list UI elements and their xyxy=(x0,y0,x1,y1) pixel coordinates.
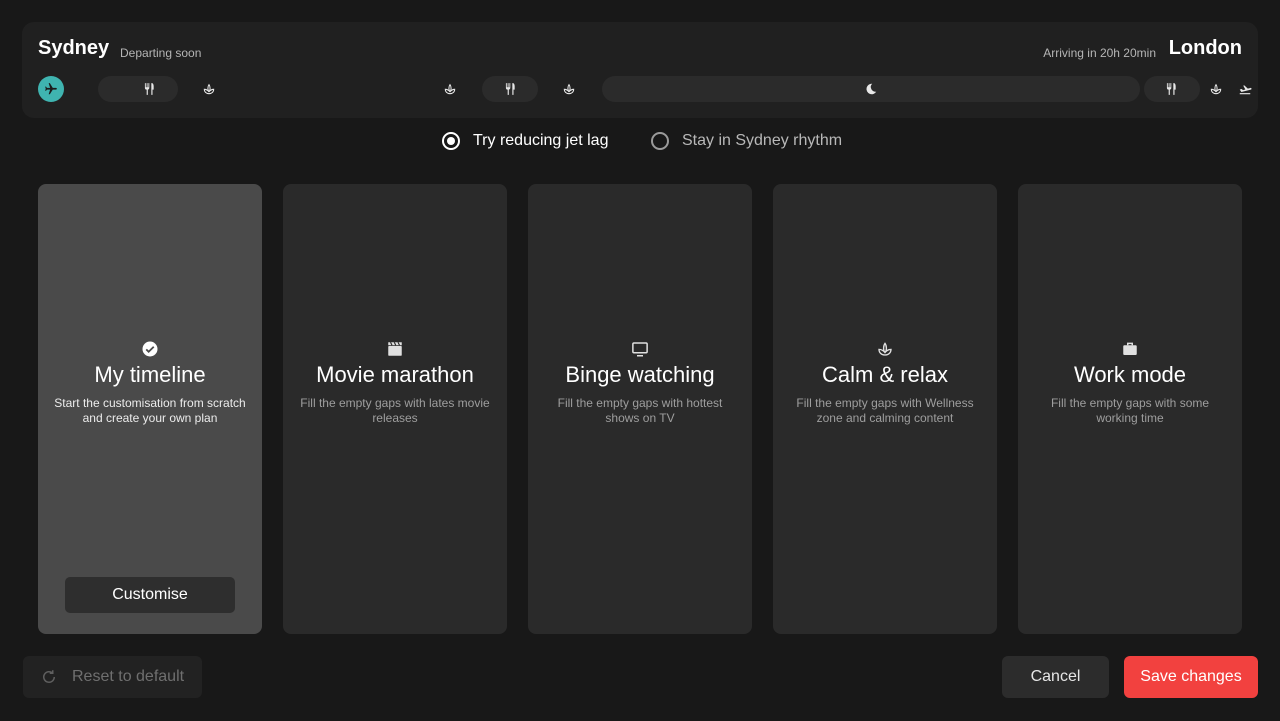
flight-timeline-panel: Sydney Departing soon Arriving in 20h 20… xyxy=(22,22,1258,118)
card-title: Work mode xyxy=(1073,362,1187,387)
card-title: Calm & relax xyxy=(822,362,948,387)
reset-to-default-button[interactable]: Reset to default xyxy=(23,656,202,698)
meal-icon xyxy=(136,76,162,102)
rhythm-option-label: Try reducing jet lag xyxy=(473,132,609,149)
plan-card-movie-marathon[interactable]: Movie marathon Fill the empty gaps with … xyxy=(283,184,507,634)
rhythm-option-label: Stay in Sydney rhythm xyxy=(682,132,843,149)
plan-card-binge-watching[interactable]: Binge watching Fill the empty gaps with … xyxy=(528,184,752,634)
card-title: My timeline xyxy=(94,362,206,387)
wellness-icon xyxy=(556,76,582,102)
wellness-icon xyxy=(437,76,463,102)
destination-city: London xyxy=(1168,37,1242,59)
plan-card-calm-relax[interactable]: Calm & relax Fill the empty gaps with We… xyxy=(773,184,997,634)
rhythm-option-reduce-jet-lag[interactable]: Try reducing jet lag xyxy=(442,130,608,152)
save-changes-button[interactable]: Save changes xyxy=(1124,656,1258,698)
flight-timeline-bar xyxy=(38,76,1252,102)
plane-icon xyxy=(38,76,64,102)
wellness-icon xyxy=(1203,76,1229,102)
card-description: Fill the empty gaps with Wellness zone a… xyxy=(796,396,974,425)
clapperboard-icon xyxy=(283,339,507,359)
customise-button[interactable]: Customise xyxy=(65,577,235,613)
origin-city: Sydney xyxy=(38,37,110,59)
reset-label: Reset to default xyxy=(72,668,185,685)
card-description: Fill the empty gaps with hottest shows o… xyxy=(557,396,723,425)
tv-icon xyxy=(528,339,752,359)
meal-icon xyxy=(497,76,523,102)
card-title: Movie marathon xyxy=(316,362,474,387)
card-description: Fill the empty gaps with lates movie rel… xyxy=(300,396,490,425)
wellness-icon xyxy=(196,76,222,102)
meal-icon xyxy=(1158,76,1184,102)
plan-card-work-mode[interactable]: Work mode Fill the empty gaps with some … xyxy=(1018,184,1242,634)
radio-unselected[interactable] xyxy=(651,132,669,150)
arrival-time: Arriving in 20h 20min xyxy=(1043,46,1156,60)
radio-selected[interactable] xyxy=(442,132,460,150)
lotus-icon xyxy=(773,339,997,359)
briefcase-icon xyxy=(1018,339,1242,359)
moon-icon xyxy=(858,76,884,102)
check-circle-icon xyxy=(38,339,262,359)
departure-status: Departing soon xyxy=(120,46,202,60)
plan-card-my-timeline[interactable]: My timeline Start the customisation from… xyxy=(38,184,262,634)
card-description: Start the customisation from scratch and… xyxy=(54,396,246,425)
card-description: Fill the empty gaps with some working ti… xyxy=(1050,396,1210,425)
rhythm-option-stay-sydney[interactable]: Stay in Sydney rhythm xyxy=(651,130,842,152)
card-title: Binge watching xyxy=(565,362,715,387)
reset-icon xyxy=(43,670,55,683)
cancel-button[interactable]: Cancel xyxy=(1002,656,1109,698)
landing-icon xyxy=(1232,76,1258,102)
